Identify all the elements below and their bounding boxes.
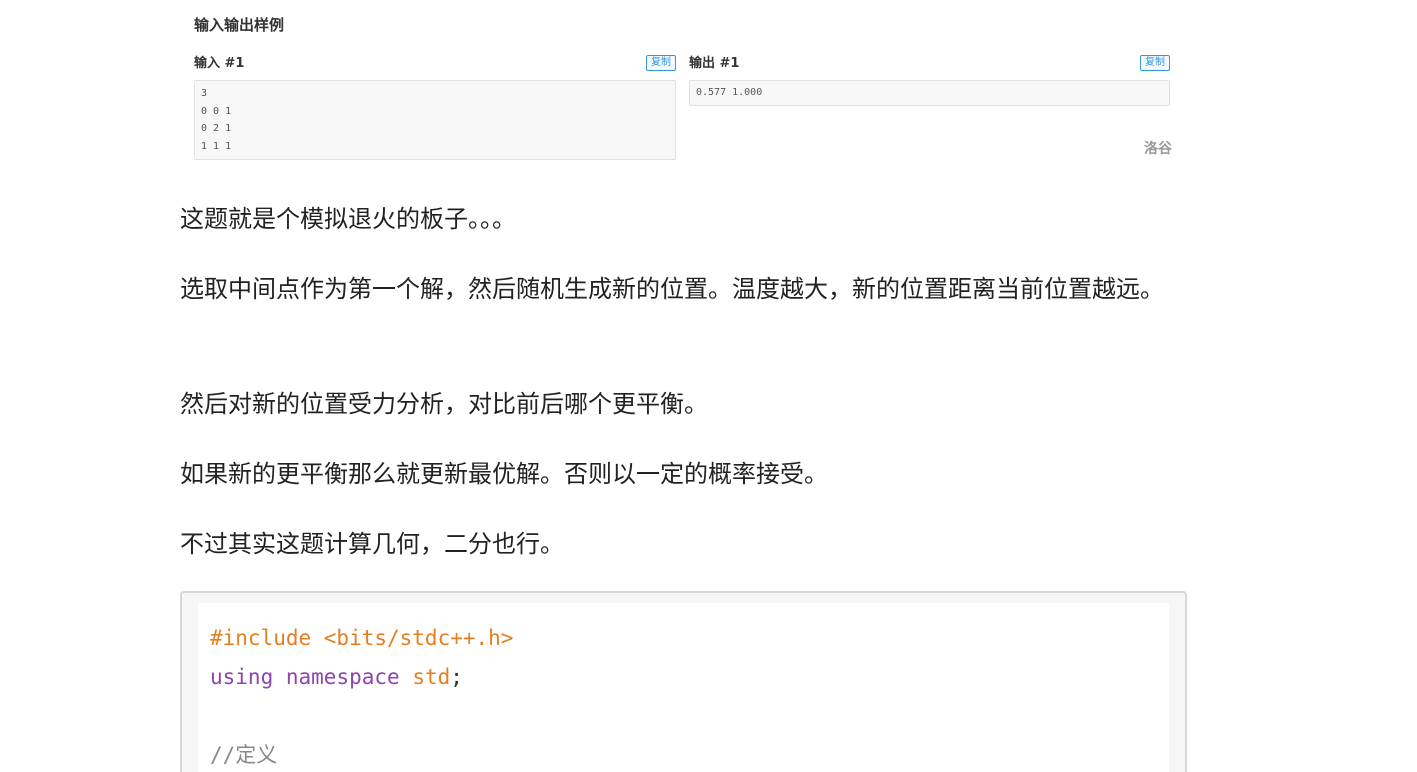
include-directive: #include <bits/stdc++.h> xyxy=(210,626,514,650)
input-sample: 输入 #1 复制 3 0 0 1 0 2 1 1 1 1 xyxy=(194,54,676,160)
namespace-keyword: namespace xyxy=(285,665,400,689)
paragraph-4: 如果新的更平衡那么就更新最优解。否则以一定的概率接受。 xyxy=(180,460,828,488)
comment-text: //定义 xyxy=(210,743,278,767)
output-sample: 输出 #1 复制 0.577 1.000 xyxy=(689,54,1170,106)
std-identifier: std xyxy=(412,665,451,689)
sample-heading: 输入输出样例 xyxy=(194,16,285,34)
copy-input-button[interactable]: 复制 xyxy=(646,55,676,71)
code-line-include: #include <bits/stdc++.h> xyxy=(210,619,1157,658)
code-line-using: using namespace std; xyxy=(210,658,1157,697)
code-line-comment: //定义 xyxy=(210,736,1157,772)
luogu-watermark: 洛谷 xyxy=(1144,141,1172,157)
code-block: #include <bits/stdc++.h> using namespace… xyxy=(180,591,1187,772)
input-title: 输入 #1 xyxy=(194,56,245,71)
paragraph-1: 这题就是个模拟退火的板子。。。 xyxy=(180,205,516,233)
output-box: 0.577 1.000 xyxy=(689,80,1170,106)
copy-output-button[interactable]: 复制 xyxy=(1140,55,1170,71)
input-box: 3 0 0 1 0 2 1 1 1 1 xyxy=(194,80,676,160)
using-keyword: using xyxy=(210,665,274,689)
code-content: #include <bits/stdc++.h> using namespace… xyxy=(198,603,1169,772)
paragraph-5: 不过其实这题计算几何，二分也行。 xyxy=(180,530,564,558)
semicolon: ; xyxy=(450,665,463,689)
paragraph-2: 选取中间点作为第一个解，然后随机生成新的位置。温度越大，新的位置距离当前位置越远… xyxy=(180,275,1164,303)
output-title: 输出 #1 xyxy=(689,56,740,71)
paragraph-3: 然后对新的位置受力分析，对比前后哪个更平衡。 xyxy=(180,390,708,418)
sample-io-image: 输入输出样例 输入 #1 复制 3 0 0 1 0 2 1 1 1 1 输出 #… xyxy=(180,0,1190,172)
